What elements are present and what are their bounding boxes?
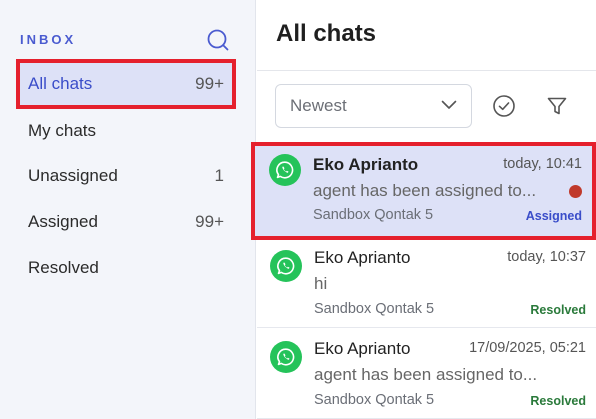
chat-preview: hi bbox=[314, 274, 328, 293]
chat-list-item[interactable]: Eko Aprianto today, 10:37 hi Sandbox Qon… bbox=[257, 238, 596, 328]
chat-contact-name: Eko Aprianto bbox=[314, 248, 411, 267]
chat-preview: agent has been assigned to... bbox=[313, 181, 537, 200]
status-badge: Assigned bbox=[525, 209, 582, 223]
sidebar-item-my-chats[interactable]: My chats bbox=[16, 106, 236, 156]
status-badge: Resolved bbox=[530, 303, 586, 317]
unread-indicator bbox=[569, 185, 582, 198]
chat-channel: Sandbox Qontak 5 bbox=[314, 301, 435, 317]
page-title: All chats bbox=[276, 20, 377, 47]
chat-timestamp: today, 10:37 bbox=[507, 249, 586, 265]
search-icon[interactable] bbox=[206, 28, 230, 52]
inbox-title: INBOX bbox=[20, 32, 77, 47]
status-badge: Resolved bbox=[530, 394, 586, 408]
whatsapp-icon bbox=[270, 250, 302, 282]
whatsapp-icon bbox=[270, 341, 302, 373]
chat-contact-name: Eko Aprianto bbox=[314, 339, 411, 358]
check-circle-icon[interactable] bbox=[490, 92, 518, 120]
whatsapp-icon bbox=[269, 154, 301, 186]
sort-dropdown[interactable]: Newest bbox=[275, 84, 472, 128]
sidebar-item-label: Unassigned bbox=[28, 166, 118, 185]
chat-timestamp: today, 10:41 bbox=[503, 156, 582, 172]
sidebar-item-label: Assigned bbox=[28, 212, 98, 231]
sidebar-header: INBOX bbox=[20, 28, 230, 52]
chevron-down-icon bbox=[441, 97, 457, 115]
sidebar-item-unassigned[interactable]: Unassigned 1 bbox=[16, 151, 236, 201]
sidebar-item-label: All chats bbox=[28, 74, 93, 93]
chat-timestamp: 17/09/2025, 05:21 bbox=[469, 340, 586, 356]
chat-list-panel: All chats Newest Eko Aprianto today, 10:… bbox=[251, 0, 596, 419]
sort-dropdown-value: Newest bbox=[290, 96, 347, 115]
sidebar-item-count: 99+ bbox=[195, 74, 224, 93]
header-divider bbox=[257, 70, 596, 71]
inbox-sidebar: INBOX All chats 99+ My chats Unassigned … bbox=[0, 0, 256, 419]
chat-channel: Sandbox Qontak 5 bbox=[313, 207, 434, 223]
sidebar-item-all-chats[interactable]: All chats 99+ bbox=[16, 59, 236, 109]
sidebar-item-count: 1 bbox=[214, 166, 224, 185]
chat-list-item[interactable]: Eko Aprianto 17/09/2025, 05:21 agent has… bbox=[257, 329, 596, 419]
chat-channel: Sandbox Qontak 5 bbox=[314, 392, 435, 408]
sidebar-item-count: 99+ bbox=[195, 212, 224, 231]
sidebar-item-resolved[interactable]: Resolved bbox=[16, 243, 236, 293]
chat-preview: agent has been assigned to... bbox=[314, 365, 538, 384]
sidebar-item-label: Resolved bbox=[28, 258, 99, 277]
sidebar-item-assigned[interactable]: Assigned 99+ bbox=[16, 197, 236, 247]
chat-list-item[interactable]: Eko Aprianto today, 10:41 agent has been… bbox=[251, 142, 596, 240]
filter-icon[interactable] bbox=[543, 92, 571, 120]
inbox-app: INBOX All chats 99+ My chats Unassigned … bbox=[0, 0, 596, 419]
sidebar-item-label: My chats bbox=[28, 121, 97, 140]
chat-contact-name: Eko Aprianto bbox=[313, 155, 419, 174]
